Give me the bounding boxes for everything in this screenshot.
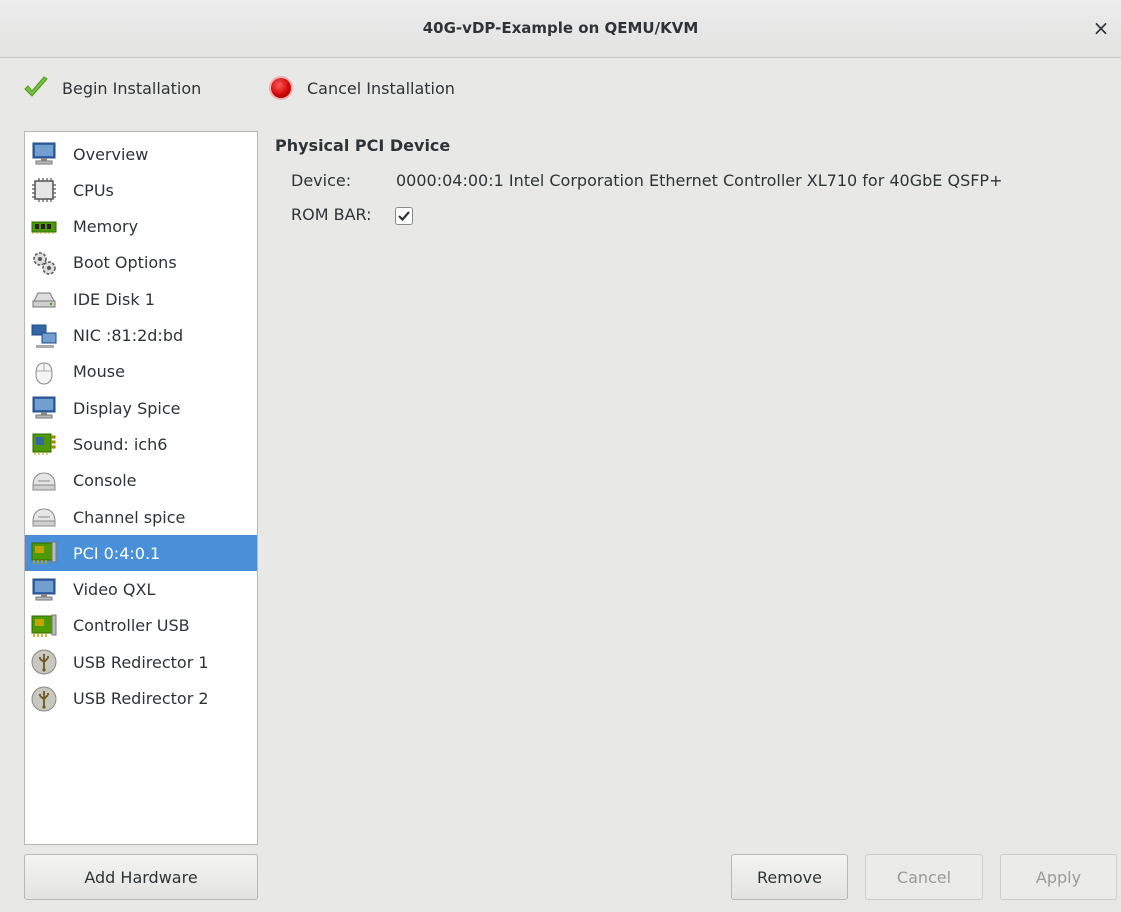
serial-icon — [27, 466, 61, 496]
serial-icon — [27, 502, 61, 532]
add-hardware-button[interactable]: Add Hardware — [24, 854, 258, 900]
begin-installation-button[interactable]: Begin Installation — [20, 71, 201, 105]
sidebar-item-label: USB Redirector 1 — [73, 652, 209, 672]
sidebar-item[interactable]: IDE Disk 1 — [25, 281, 257, 317]
disk-icon — [27, 284, 61, 314]
sidebar-item-label: Channel spice — [73, 507, 186, 527]
gears-icon — [27, 248, 61, 278]
sound-card-icon — [27, 429, 61, 459]
sidebar-item-label: PCI 0:4:0.1 — [73, 543, 161, 563]
checkmark-icon — [398, 211, 410, 222]
sidebar-item[interactable]: Display Spice — [25, 390, 257, 426]
sidebar-item-label: Console — [73, 471, 137, 491]
usb-icon — [27, 647, 61, 677]
sidebar-item[interactable]: Sound: ich6 — [25, 426, 257, 462]
pci-device-details: Physical PCI Device Device: 0000:04:00:1… — [275, 131, 1115, 231]
sidebar-item[interactable]: Channel spice — [25, 499, 257, 535]
sidebar-item-label: CPUs — [73, 180, 114, 200]
details-window: 40G-vDP-Example on QEMU/KVM × Begin Inst… — [0, 0, 1121, 912]
usb-icon — [27, 684, 61, 714]
toolbar: Begin Installation Cancel Installation — [0, 59, 1121, 119]
sidebar-item-label: Controller USB — [73, 616, 190, 636]
display-icon — [27, 393, 61, 423]
sidebar-item-label: Mouse — [73, 362, 125, 382]
sidebar-item[interactable]: Mouse — [25, 354, 257, 390]
close-icon[interactable]: × — [1091, 16, 1111, 40]
check-icon — [20, 72, 52, 104]
sidebar-item-label: Overview — [73, 144, 149, 164]
sidebar-item[interactable]: Controller USB — [25, 608, 257, 644]
window-title: 40G-vDP-Example on QEMU/KVM — [422, 19, 699, 37]
sidebar-item-label: USB Redirector 2 — [73, 689, 209, 708]
apply-button[interactable]: Apply — [1000, 854, 1117, 900]
section-title: Physical PCI Device — [275, 136, 451, 155]
cancel-installation-label: Cancel Installation — [307, 78, 455, 98]
sidebar-item-label: Video QXL — [73, 580, 156, 600]
cpu-icon — [27, 175, 61, 205]
display-icon — [27, 575, 61, 605]
sidebar-item-label: Boot Options — [73, 253, 177, 273]
monitor-info-icon — [27, 139, 61, 169]
device-value: 0000:04:00:1 Intel Corporation Ethernet … — [396, 171, 1003, 190]
sidebar-item[interactable]: Memory — [25, 209, 257, 245]
rom-bar-checkbox[interactable] — [395, 207, 413, 225]
begin-installation-label: Begin Installation — [62, 78, 202, 98]
pci-card-icon — [27, 538, 61, 568]
sidebar-item-label: IDE Disk 1 — [73, 289, 155, 309]
sidebar-item-label: Memory — [73, 217, 139, 237]
cancel-button[interactable]: Cancel — [865, 854, 983, 900]
remove-button[interactable]: Remove — [731, 854, 848, 900]
sidebar-item[interactable]: NIC :81:2d:bd — [25, 318, 257, 354]
title-bar[interactable]: 40G-vDP-Example on QEMU/KVM × — [0, 0, 1121, 58]
sidebar-item[interactable]: Video QXL — [25, 572, 257, 608]
sidebar-item-label: Display Spice — [73, 398, 181, 418]
sidebar-item-label: Sound: ich6 — [73, 434, 168, 454]
sidebar-item[interactable]: Overview — [25, 136, 257, 172]
sidebar-item[interactable]: Boot Options — [25, 245, 257, 281]
hardware-list[interactable]: Overview CPUs Memory Boot Options IDE Disk 1… — [24, 131, 258, 845]
cancel-installation-button[interactable]: Cancel Installation — [265, 71, 455, 105]
mouse-icon — [27, 357, 61, 387]
sidebar-item-label: NIC :81:2d:bd — [73, 326, 184, 345]
device-label: Device: — [291, 171, 352, 190]
sidebar-item[interactable]: CPUs — [25, 172, 257, 208]
memory-icon — [27, 212, 61, 242]
sidebar-item[interactable]: Console — [25, 463, 257, 499]
sidebar-item[interactable]: USB Redirector 2 — [25, 681, 257, 717]
sidebar-item[interactable]: USB Redirector 1 — [25, 644, 257, 680]
sidebar-item[interactable]: PCI 0:4:0.1 — [25, 535, 257, 572]
rom-bar-label: ROM BAR: — [291, 205, 372, 224]
stop-icon — [265, 72, 297, 104]
network-icon — [27, 321, 61, 351]
pci-card-icon — [27, 611, 61, 641]
